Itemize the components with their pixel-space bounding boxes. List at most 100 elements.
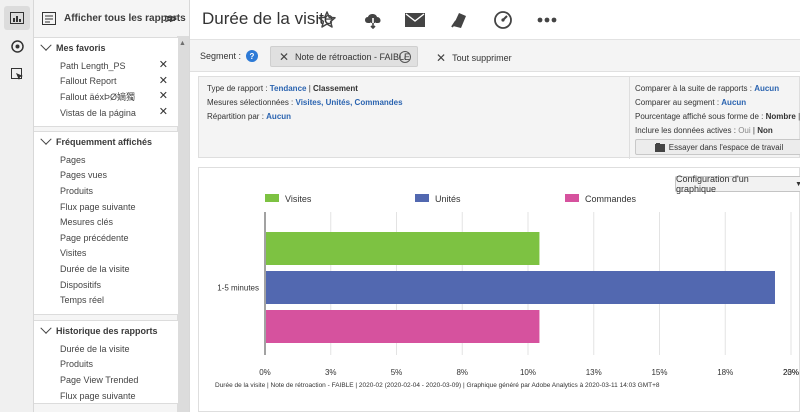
frequent-item[interactable]: Page précédente [34, 230, 178, 246]
show-all-reports[interactable]: Afficher tous les rapports >> [34, 0, 189, 36]
frequent-item[interactable]: Visites [34, 246, 178, 262]
history-item[interactable]: Durée de la visite [34, 341, 178, 357]
x-tick-label: 10% [520, 368, 536, 377]
chart-panel: Configuration d'un graphique ▼ 0% 3% 5% 8% 10… [198, 167, 800, 412]
scroll-up-icon[interactable]: ▲ [179, 40, 186, 47]
report-settings-panel: Type de rapport : Tendance | Classement … [198, 76, 800, 159]
frequent-item[interactable]: Temps réel [34, 292, 178, 308]
history-item[interactable]: Flux page suivante [34, 388, 178, 404]
bar [266, 271, 775, 304]
breakdown-row: Répartition par : Aucun [207, 112, 292, 121]
remove-favorite-icon[interactable]: ✕ [159, 106, 168, 118]
remove-segment-icon[interactable]: ✕ [279, 50, 289, 64]
frequent-item[interactable]: Mesures clés [34, 214, 178, 230]
frequent-item[interactable]: Flux page suivante [34, 199, 178, 215]
cloud-download-icon[interactable] [362, 9, 384, 31]
frequent-item[interactable]: Durée de la visite [34, 261, 178, 277]
try-workspace-button[interactable]: Essayer dans l'espace de travail [635, 139, 800, 155]
segment-chip[interactable]: ✕ Note de rétroaction - FAIBLE i [270, 46, 418, 67]
gauge-icon[interactable] [492, 9, 514, 31]
bar [266, 232, 540, 265]
close-icon: ✕ [436, 51, 447, 65]
bar-chart: 0% 3% 5% 8% 10% 13% 15% 18% 20%23%Visites Unités C… [215, 194, 799, 389]
report-sidebar: Afficher tous les rapports >> ▲ Mes favo… [34, 0, 190, 412]
history-item[interactable]: Page View Trended [34, 372, 178, 388]
active-non-link[interactable]: Non [757, 126, 773, 135]
frequent-item[interactable]: Dispositifs [34, 277, 178, 293]
frequent-title[interactable]: Fréquemment affichés [34, 132, 178, 152]
star-icon[interactable] [316, 9, 338, 31]
x-tick-label: 5% [391, 368, 403, 377]
collapse-chevron-icon[interactable]: >> [165, 11, 177, 26]
frequent-item[interactable]: Pages [34, 152, 178, 168]
segment-label: Segment : [200, 51, 242, 61]
reports-list-icon [42, 11, 56, 25]
page-title: Durée de la visite [202, 9, 334, 28]
history-title[interactable]: Historique des rapports [34, 321, 178, 341]
x-tick-label: 13% [586, 368, 602, 377]
trend-link[interactable]: Tendance [270, 84, 307, 93]
remove-favorite-icon[interactable]: ✕ [159, 60, 168, 71]
segment-bar: Segment : ? ✕ Note de rétroaction - FAIB… [190, 40, 800, 72]
breakdown-link[interactable]: Aucun [266, 112, 291, 121]
favorite-item[interactable]: Fallout äéxÞØ嫡獨 ✕ [34, 89, 178, 105]
favorite-item[interactable]: Path Length_PS ✕ [34, 58, 178, 74]
icon-rail [0, 0, 34, 412]
metric-link[interactable]: Unités [326, 98, 350, 107]
active-data-row: Inclure les données actives : Oui | Non [635, 126, 773, 135]
legend-swatch [565, 194, 579, 202]
remove-favorite-icon[interactable]: ✕ [159, 75, 168, 87]
favorite-item[interactable]: Fallout Report ✕ [34, 74, 178, 90]
category-label: 1-5 minutes [217, 284, 259, 293]
report-type-row: Type de rapport : Tendance | Classement [207, 84, 358, 93]
favorites-title[interactable]: Mes favoris [34, 38, 178, 58]
caret-down-icon [40, 133, 52, 145]
percent-row: Pourcentage affiché sous forme de : Nomb… [635, 112, 800, 121]
caret-down-icon [40, 322, 52, 334]
analytics-icon[interactable] [4, 34, 30, 58]
more-icon[interactable] [536, 9, 558, 31]
legend-label: Visites [285, 194, 312, 204]
bookmark-icon[interactable] [448, 9, 470, 31]
legend-label: Commandes [585, 194, 637, 204]
history-item[interactable]: Produits [34, 357, 178, 373]
x-tick-label: 23% [783, 368, 799, 377]
bar [266, 310, 540, 343]
reports-icon[interactable] [4, 6, 30, 30]
active-oui-link[interactable]: Oui [738, 126, 750, 135]
compare-segment-row: Comparer au segment : Aucun [635, 98, 747, 107]
report-toolbar: Durée de la visite [190, 0, 800, 40]
frequent-item[interactable]: Produits [34, 183, 178, 199]
x-tick-label: 18% [717, 368, 733, 377]
divider [629, 77, 630, 159]
x-tick-label: 15% [651, 368, 667, 377]
segment-chip-label: Note de rétroaction - FAIBLE [295, 51, 411, 62]
history-section: Historique des rapports Durée de la visi… [34, 320, 178, 405]
frequent-item[interactable]: Pages vues [34, 168, 178, 184]
sidebar-scrollbar[interactable]: ▲ [177, 36, 189, 412]
legend-swatch [415, 194, 429, 202]
target-icon[interactable] [4, 62, 30, 86]
metrics-row: Mesures sélectionnées : Visites, Unités,… [207, 98, 403, 107]
x-tick-label: 3% [325, 368, 337, 377]
x-tick-label: 8% [456, 368, 468, 377]
legend-label: Unités [435, 194, 461, 204]
clear-all-button[interactable]: ✕ Tout supprimer [436, 50, 512, 65]
mail-icon[interactable] [404, 9, 426, 31]
metric-link[interactable]: Visites [296, 98, 322, 107]
favorite-item[interactable]: Vistas de la página ✕ [34, 105, 178, 121]
metric-link[interactable]: Commandes [355, 98, 403, 107]
compare-suite-row: Comparer à la suite de rapports : Aucun [635, 84, 780, 93]
chart-footer: Durée de la visite | Note de rétroaction… [215, 382, 660, 389]
x-tick-label: 0% [259, 368, 271, 377]
remove-favorite-icon[interactable]: ✕ [159, 91, 168, 102]
app-window: Afficher tous les rapports >> ▲ Mes favo… [0, 0, 800, 412]
help-icon[interactable]: ? [246, 50, 258, 62]
compare-segment-link[interactable]: Aucun [721, 98, 746, 107]
workspace-icon [654, 142, 665, 152]
info-icon[interactable]: i [399, 51, 411, 63]
legend-swatch [265, 194, 279, 202]
favorites-section: Mes favoris Path Length_PS ✕ Fallout Repo… [34, 37, 178, 128]
compare-suite-link[interactable]: Aucun [754, 84, 779, 93]
frequent-section: Fréquemment affichés Pages Pages vues Pr… [34, 131, 178, 315]
